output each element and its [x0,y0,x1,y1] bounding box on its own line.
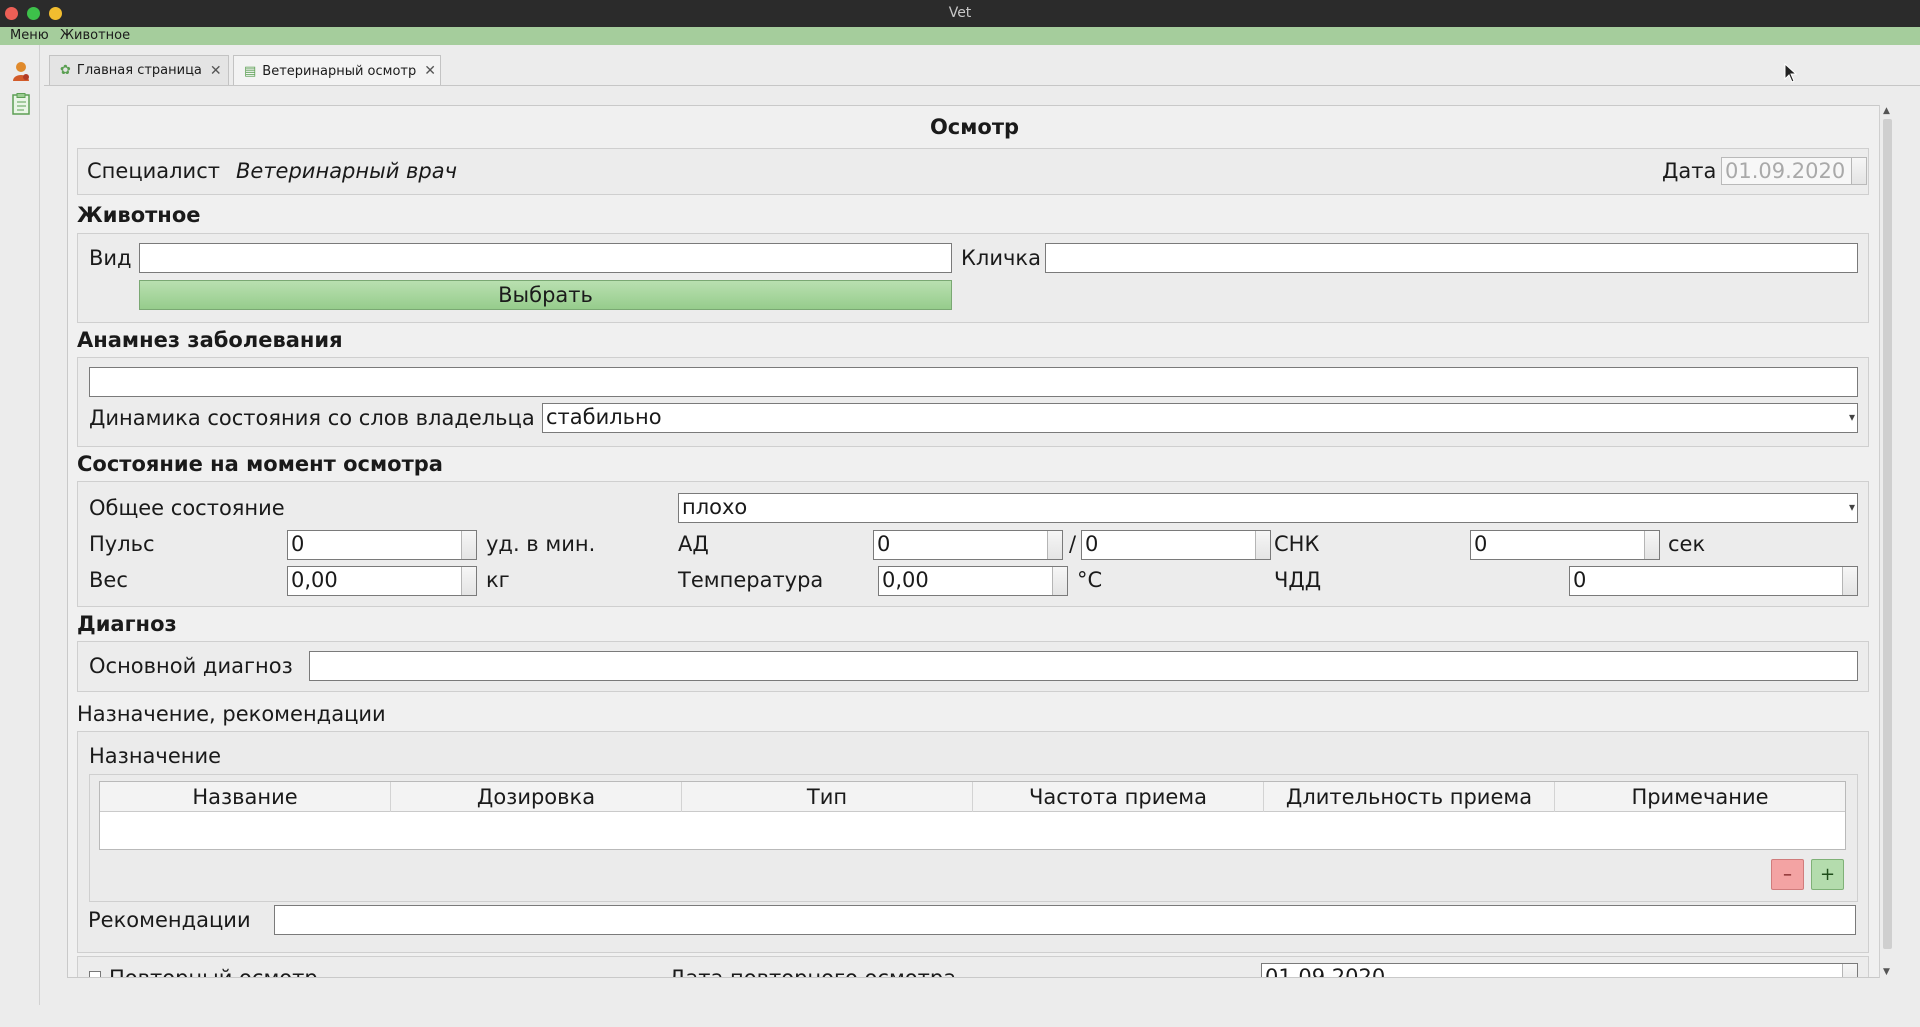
close-icon[interactable]: ✕ [424,63,436,79]
pulse-field[interactable]: 0 [287,530,477,560]
specialist-value: Ветеринарный врач [236,159,458,183]
bp-separator: / [1069,532,1077,556]
column-header-frequency[interactable]: Частота приема [973,782,1264,812]
weight-unit: кг [486,568,510,592]
prescription-table: Название Дозировка Тип Частота приема Дл… [99,781,1846,850]
menu-item-menu[interactable]: Меню [10,28,49,43]
anamnesis-heading: Анамнез заболевания [77,328,343,352]
scroll-down-icon[interactable]: ▼ [1883,967,1890,977]
animal-heading: Животное [77,203,201,227]
main-diagnosis-label: Основной диагноз [89,654,293,678]
prescription-heading: Назначение, рекомендации [77,702,386,726]
pulse-label: Пульс [89,532,155,556]
column-header-note[interactable]: Примечание [1555,782,1845,812]
tab-vet-exam[interactable]: ▤ Ветеринарный осмотр ✕ [233,55,441,86]
temperature-label: Температура [678,568,824,592]
weight-value: 0,00 [291,568,338,592]
temperature-field[interactable]: 0,00 [878,566,1068,596]
window-title: Vet [948,5,972,21]
dynamics-label: Динамика состояния со слов владельца [89,406,535,430]
scrollbar-thumb[interactable] [1883,119,1892,949]
diagnosis-heading: Диагноз [77,612,177,636]
left-toolbar [0,45,40,1005]
species-field[interactable] [139,243,952,273]
select-animal-button[interactable]: Выбрать [139,280,952,310]
paw-icon: ✿ [60,63,71,78]
form-title: Осмотр [929,115,1020,139]
window-titlebar: Vet [0,0,1920,27]
bp-diastolic-value: 0 [1085,532,1099,556]
state-heading: Состояние на момент осмотра [77,452,443,476]
table-header: Название Дозировка Тип Частота приема Дл… [100,782,1845,812]
pet-name-field[interactable] [1045,243,1858,273]
column-header-dosage[interactable]: Дозировка [391,782,682,812]
recommendations-field[interactable] [274,905,1856,935]
tab-vet-exam-label: Ветеринарный осмотр [262,63,417,79]
bp-label: АД [678,532,709,556]
date-value: 01.09.2020 [1725,159,1846,183]
menubar: Меню Животное [0,27,1920,45]
cursor-icon [1784,62,1798,87]
repeat-date-label: Дата повторного осмотра [669,966,957,978]
state-group: Общее состояние плохо Пульс 0 уд. в мин.… [77,481,1869,607]
repeat-exam-label: Повторный осмотр [109,966,318,978]
temperature-value: 0,00 [882,568,929,592]
snk-field[interactable]: 0 [1470,530,1660,560]
species-label: Вид [89,246,132,270]
animal-group: Вид Кличка Выбрать [77,233,1869,323]
main-diagnosis-field[interactable] [309,651,1858,681]
clipboard-icon[interactable] [10,93,32,115]
dynamics-select[interactable]: стабильно [542,403,1858,433]
remove-row-button[interactable]: – [1771,859,1804,890]
repeat-date-field[interactable]: 01.09.2020 [1261,963,1858,978]
prescription-subheading: Назначение [89,744,222,768]
general-state-label: Общее состояние [89,496,285,520]
clipboard-icon: ▤ [244,63,257,79]
tab-divider [44,85,1920,86]
specialist-label: Специалист [87,159,220,183]
column-header-type[interactable]: Тип [682,782,973,812]
bp-systolic-field[interactable]: 0 [873,530,1063,560]
repeat-exam-group: Повторный осмотр Дата повторного осмотра… [77,956,1869,978]
column-header-name[interactable]: Название [100,782,391,812]
snk-unit: сек [1668,532,1706,556]
repeat-exam-checkbox[interactable] [89,971,101,977]
tab-home[interactable]: ✿ Главная страница ✕ [49,55,229,85]
respiratory-rate-value: 0 [1573,568,1587,592]
bp-diastolic-field[interactable]: 0 [1081,530,1271,560]
vertical-scrollbar[interactable]: ▲ ▼ [1879,105,1895,978]
exam-form: Осмотр Специалист Ветеринарный врач Дата… [67,105,1880,978]
add-row-button[interactable]: + [1811,859,1844,890]
pulse-unit: уд. в мин. [486,532,596,556]
pet-name-label: Кличка [961,246,1041,270]
scroll-up-icon[interactable]: ▲ [1883,106,1890,116]
specialist-group: Специалист Ветеринарный врач Дата 01.09.… [77,148,1869,195]
date-label: Дата [1662,159,1717,183]
snk-label: СНК [1274,532,1320,556]
temperature-unit: °С [1077,568,1103,592]
recommendations-label: Рекомендации [88,908,251,932]
vet-avatar-icon[interactable] [10,60,32,82]
tab-home-label: Главная страница [76,63,202,78]
column-header-duration[interactable]: Длительность приема [1264,782,1555,812]
bp-systolic-value: 0 [877,532,891,556]
pulse-value: 0 [291,532,305,556]
menu-item-animal[interactable]: Животное [60,28,130,43]
diagnosis-group: Основной диагноз [77,641,1869,692]
weight-label: Вес [89,568,128,592]
repeat-date-value: 01.09.2020 [1265,965,1386,978]
anamnesis-field[interactable] [89,367,1858,397]
date-field[interactable]: 01.09.2020 [1721,157,1867,185]
anamnesis-group: Динамика состояния со слов владельца ста… [77,357,1869,447]
respiratory-rate-field[interactable]: 0 [1569,566,1858,596]
weight-field[interactable]: 0,00 [287,566,477,596]
respiratory-rate-label: ЧДД [1274,568,1322,592]
snk-value: 0 [1474,532,1488,556]
close-icon[interactable]: ✕ [210,63,222,79]
general-state-select[interactable]: плохо [678,493,1858,523]
